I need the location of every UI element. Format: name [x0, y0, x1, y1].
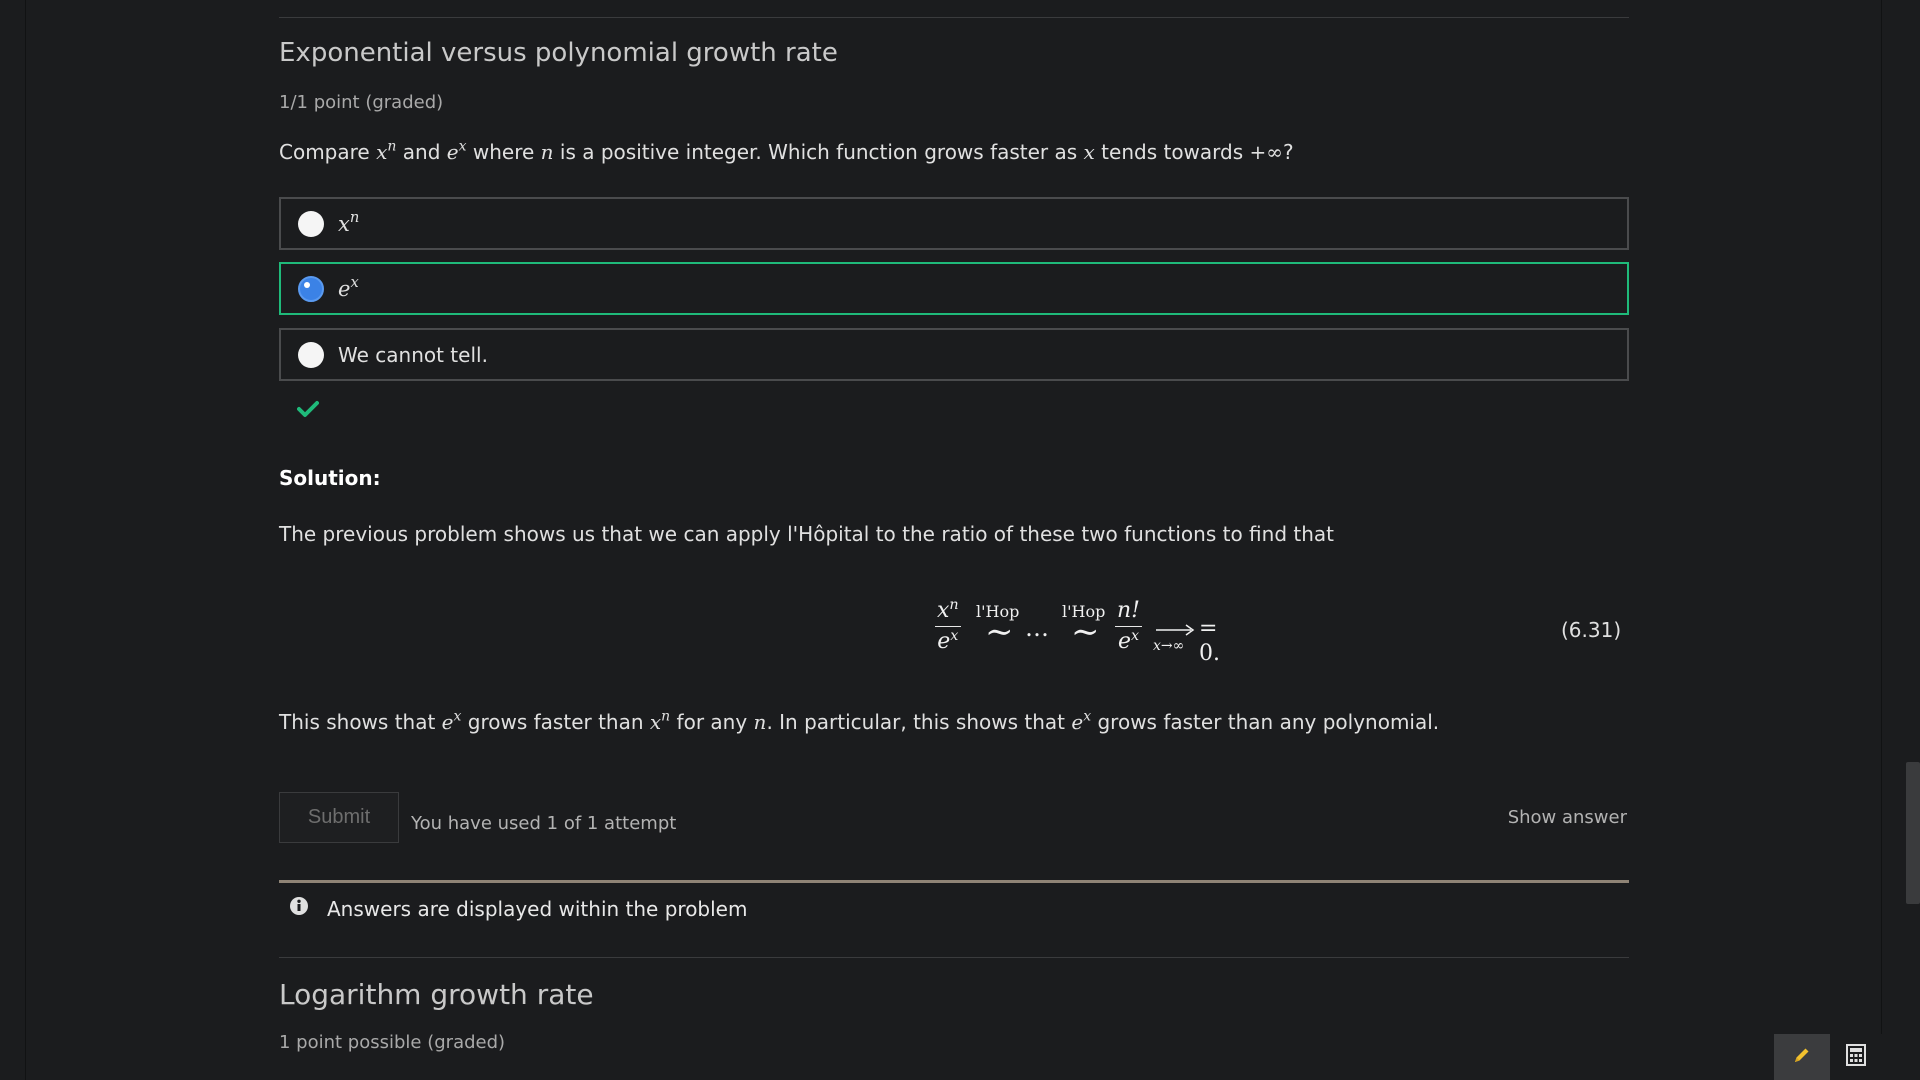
next-problem-points: 1 point possible (graded) [279, 1032, 506, 1053]
radio-button[interactable] [298, 341, 324, 368]
show-answer-button[interactable]: Show answer [1508, 807, 1627, 828]
option-x-n[interactable]: xn [279, 197, 1629, 250]
ellipsis: … [1025, 614, 1049, 642]
attempts-text: You have used 1 of 1 attempt [411, 813, 677, 834]
option-cannot-tell[interactable]: We cannot tell. [279, 328, 1629, 381]
math-infinity: +∞ [1249, 140, 1283, 164]
math-x: x [1083, 140, 1095, 164]
math-n: n [540, 140, 554, 164]
math-x-n: xn [649, 708, 671, 734]
next-problem-title: Logarithm growth rate [279, 978, 594, 1011]
pencil-icon [1792, 1045, 1812, 1069]
right-divider [1881, 0, 1882, 1080]
question-text: Compare xn and ex where n is a positive … [279, 140, 1294, 164]
math-e-x: ex [446, 138, 467, 164]
fraction-xn-over-ex: xn ex [935, 597, 961, 654]
question-and: and [396, 140, 447, 164]
solution-heading: Solution: [279, 466, 381, 490]
question-tends: tends towards [1094, 140, 1250, 164]
option-label: xn [338, 208, 360, 236]
question-suffix: ? [1282, 140, 1294, 164]
info-icon [289, 896, 309, 921]
notice-message: Answers are displayed within the problem [289, 896, 747, 921]
notice-text: Answers are displayed within the problem [327, 896, 748, 921]
radio-button[interactable] [298, 210, 324, 237]
option-label: We cannot tell. [338, 342, 488, 367]
problem-title: Exponential versus polynomial growth rat… [279, 38, 838, 68]
check-icon [297, 400, 319, 422]
math-x-n: xn [376, 138, 397, 164]
tilde-symbol: ∼ [985, 612, 1014, 652]
scrollbar-thumb[interactable] [1906, 762, 1920, 904]
question-where: where [466, 140, 541, 164]
math-n: n [753, 710, 767, 734]
divider [279, 957, 1629, 958]
problem-points: 1/1 point (graded) [279, 92, 444, 113]
calculator-icon [1846, 1044, 1866, 1070]
calculator-tool-button[interactable] [1830, 1034, 1882, 1080]
limit-subscript: x→∞ [1153, 638, 1185, 654]
tilde-symbol: ∼ [1071, 612, 1100, 652]
question-middle: is a positive integer. Which function gr… [553, 140, 1084, 164]
left-divider [25, 0, 26, 1080]
option-label: ex [338, 273, 359, 301]
question-prefix: Compare [279, 140, 377, 164]
pencil-tool-button[interactable] [1774, 1034, 1830, 1080]
notice-divider [279, 880, 1629, 883]
solution-intro: The previous problem shows us that we ca… [279, 522, 1334, 546]
equation-result: = 0. [1199, 616, 1220, 666]
left-gutter [0, 0, 25, 1080]
math-e-x: ex [1071, 708, 1092, 734]
option-e-x[interactable]: ex [279, 262, 1629, 315]
submit-button[interactable]: Submit [279, 792, 399, 843]
solution-conclusion: This shows that ex grows faster than xn … [279, 708, 1440, 734]
fraction-nfact-over-ex: n! ex [1115, 598, 1143, 654]
radio-button-selected[interactable] [298, 275, 324, 302]
divider [279, 17, 1629, 18]
math-e-x: ex [441, 708, 462, 734]
equation-number: (6.31) [1561, 618, 1622, 642]
